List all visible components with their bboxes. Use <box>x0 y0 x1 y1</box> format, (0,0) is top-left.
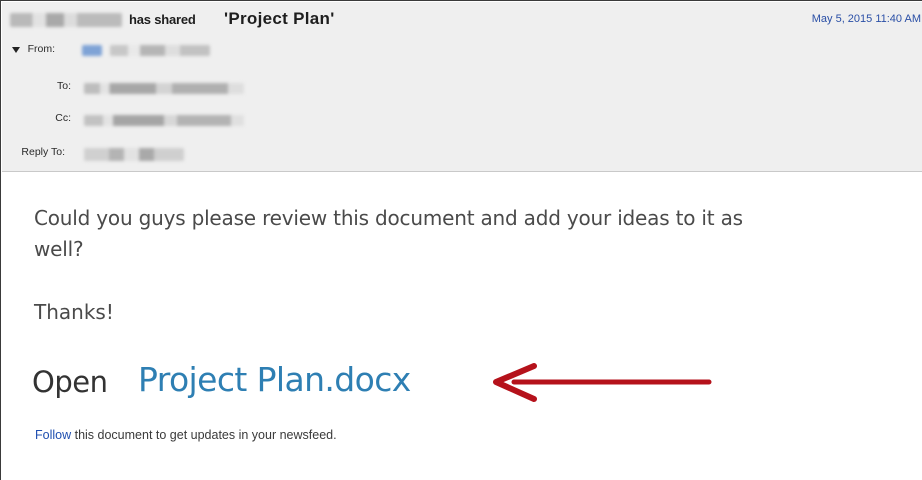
email-subject: 'Project Plan' <box>224 9 335 28</box>
follow-link[interactable]: Follow <box>35 428 71 442</box>
document-link[interactable]: Project Plan.docx <box>138 360 411 399</box>
to-row: To: <box>2 79 402 97</box>
from-row: From: <box>2 42 402 60</box>
follow-description: this document to get updates in your new… <box>71 428 337 442</box>
reply-to-address-redacted[interactable] <box>84 148 184 161</box>
email-window: has shared 'Project Plan' May 5, 2015 11… <box>0 0 922 480</box>
sender-avatar-redacted <box>82 45 102 56</box>
open-label: Open <box>32 365 108 399</box>
cc-row: Cc: <box>2 111 402 129</box>
sender-name-redacted <box>10 13 122 27</box>
shared-text: has shared <box>129 12 196 27</box>
cc-address-redacted[interactable] <box>84 115 244 126</box>
to-address-redacted[interactable] <box>84 83 244 94</box>
reply-to-row: Reply To: <box>2 145 402 163</box>
reply-to-label: Reply To: <box>21 146 65 158</box>
from-label: From: <box>27 43 55 55</box>
email-date: May 5, 2015 11:40 AM <box>811 13 921 25</box>
email-header: has shared 'Project Plan' May 5, 2015 11… <box>2 2 922 172</box>
open-document-row: Open Project Plan.docx <box>32 359 732 403</box>
follow-row: Follow this document to get updates in y… <box>35 428 337 442</box>
from-address-redacted[interactable] <box>110 45 210 56</box>
to-label: To: <box>56 80 71 92</box>
cc-label: Cc: <box>55 112 71 124</box>
thanks-text: Thanks! <box>34 300 114 324</box>
red-arrow-icon <box>493 363 712 402</box>
email-body: Could you guys please review this docume… <box>2 173 922 480</box>
message-text: Could you guys please review this docume… <box>34 206 743 261</box>
subject-row: has shared 'Project Plan' May 5, 2015 11… <box>2 9 922 34</box>
